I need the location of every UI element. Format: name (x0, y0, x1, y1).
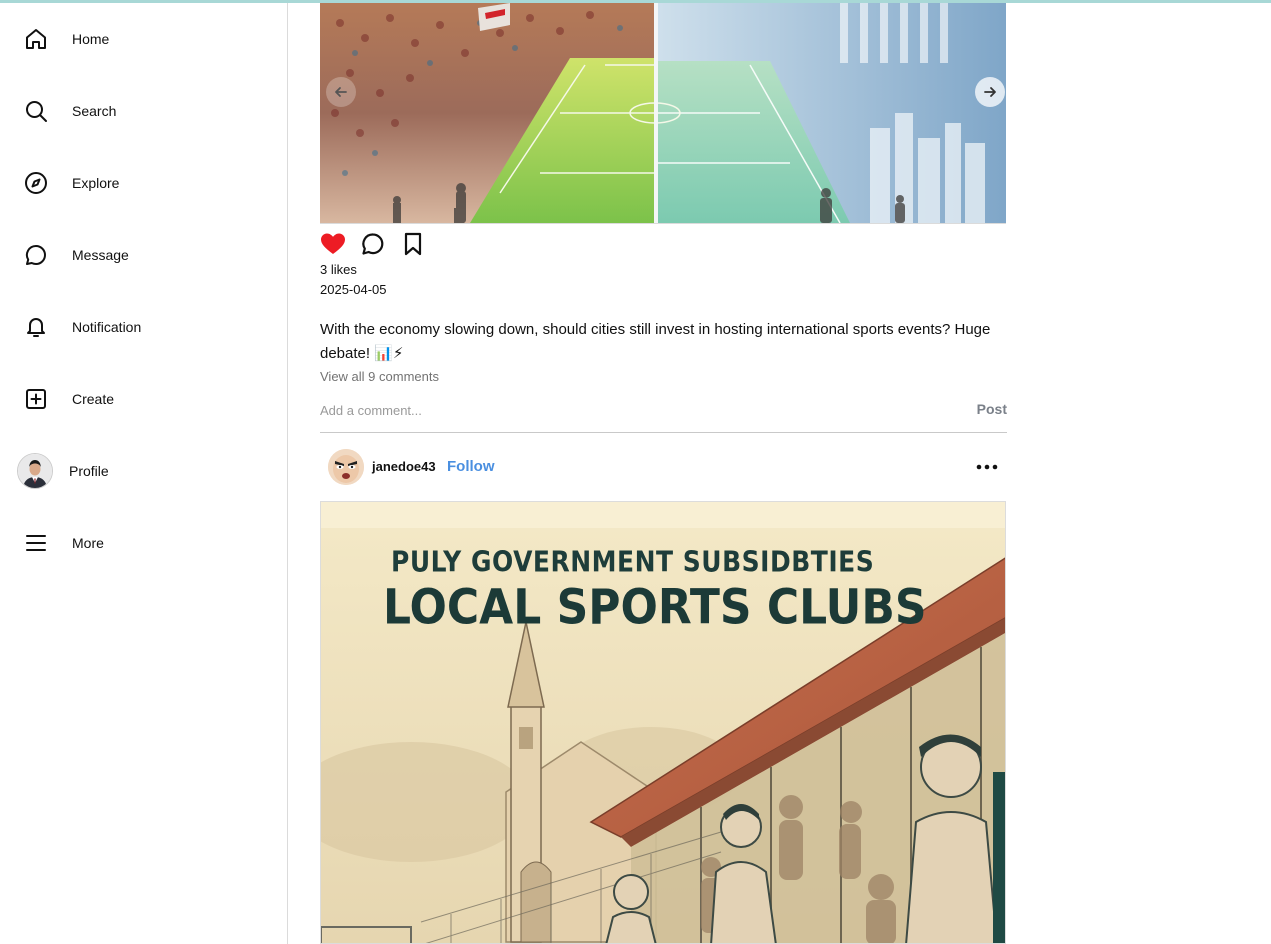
carousel-prev-button[interactable] (326, 77, 356, 107)
post-author-username[interactable]: janedoe43 (372, 459, 436, 474)
message-icon (16, 235, 56, 275)
heart-icon (321, 233, 345, 254)
plus-square-icon (16, 379, 56, 419)
comment-icon (362, 233, 384, 255)
sidebar-item-label: More (72, 535, 104, 551)
post-image[interactable]: PULY GOVERNMENT SUBSIDBTIES LOCAL SPORTS… (320, 501, 1006, 944)
like-button[interactable] (320, 231, 346, 257)
sidebar-item-label: Home (72, 31, 110, 47)
sidebar-item-message[interactable]: Message (16, 231, 271, 279)
post-comment-button[interactable]: Post (977, 401, 1007, 417)
post-caption: With the economy slowing down, should ci… (320, 321, 991, 362)
comment-row: Post (320, 398, 1007, 433)
bookmark-icon (404, 232, 422, 256)
more-options-button[interactable] (972, 456, 1002, 478)
search-icon (16, 91, 56, 131)
home-icon (16, 19, 56, 59)
post-image (320, 3, 1006, 223)
sidebar-item-profile[interactable]: Profile (16, 447, 271, 495)
follow-button[interactable]: Follow (447, 458, 495, 475)
sidebar-item-notification[interactable]: Notification (16, 303, 271, 351)
sidebar-item-label: Notification (72, 319, 142, 335)
sidebar: Home Search Explore Message Notification… (0, 3, 288, 944)
post-date: 2025-04-05 (320, 282, 387, 297)
compass-icon (16, 163, 56, 203)
menu-icon (16, 523, 56, 563)
more-horizontal-icon (976, 464, 998, 470)
sidebar-item-explore[interactable]: Explore (16, 159, 271, 207)
image-headline-line1: PULY GOVERNMENT SUBSIDBTIES (391, 544, 875, 579)
sidebar-item-create[interactable]: Create (16, 375, 271, 423)
view-all-comments-link[interactable]: View all 9 comments (320, 369, 439, 384)
chevron-left-icon (335, 87, 347, 97)
sidebar-item-home[interactable]: Home (16, 15, 271, 63)
carousel-next-button[interactable] (975, 77, 1005, 107)
bell-icon (16, 307, 56, 347)
save-button[interactable] (400, 231, 426, 257)
image-headline-line2: LOCAL SPORTS CLUBS (383, 579, 927, 636)
sidebar-item-label: Profile (69, 463, 109, 479)
comment-button[interactable] (360, 231, 386, 257)
sidebar-item-search[interactable]: Search (16, 87, 271, 135)
comment-input[interactable] (320, 400, 920, 420)
sidebar-item-label: Message (72, 247, 129, 263)
likes-count: 3 likes (320, 262, 357, 277)
avatar (17, 453, 53, 489)
post-header: janedoe43 Follow (320, 447, 1007, 487)
post-image-carousel[interactable] (320, 3, 1006, 224)
post-actions (320, 231, 440, 257)
sidebar-item-label: Search (72, 103, 117, 119)
sidebar-item-label: Create (72, 391, 115, 407)
avatar[interactable] (328, 449, 364, 485)
arrow-right-icon (984, 87, 996, 97)
sidebar-item-label: Explore (72, 175, 120, 191)
sidebar-item-more[interactable]: More (16, 519, 271, 567)
